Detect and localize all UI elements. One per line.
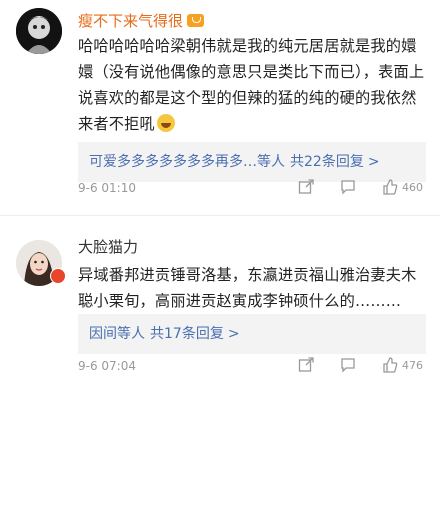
avatar[interactable] bbox=[16, 8, 62, 54]
comment-item: 瘦不下来气得很 哈哈哈哈哈哈梁朝伟就是我的纯元居居就是我的嬛嬛（没有说他偶像的意… bbox=[0, 0, 440, 210]
chevron-right-icon: > bbox=[227, 326, 240, 342]
timestamp: 9-6 01:10 bbox=[78, 181, 136, 195]
verified-badge-icon bbox=[50, 268, 66, 284]
timestamp: 9-6 07:04 bbox=[78, 359, 136, 373]
reply-count-link[interactable]: 共17条回复 bbox=[150, 326, 224, 342]
reply-users[interactable]: 因间等人 bbox=[89, 326, 145, 342]
username[interactable]: 瘦不下来气得很 bbox=[78, 10, 205, 31]
username-text[interactable]: 瘦不下来气得很 bbox=[78, 12, 183, 30]
level-badge-icon bbox=[187, 14, 205, 27]
comment-icon[interactable] bbox=[340, 357, 356, 373]
comment-text: 哈哈哈哈哈哈梁朝伟就是我的纯元居居就是我的嬛嬛（没有说他偶像的意思只是类比下而已… bbox=[78, 33, 430, 137]
reply-preview-box[interactable]: 因间等人 共17条回复 > bbox=[78, 314, 426, 354]
reply-preview-box[interactable]: 可爱多多多多多多多再多…等人 共22条回复 > bbox=[78, 142, 426, 182]
comment-item: 大脸猫力 异域番邦进贡锤哥洛基，东瀛进贡福山雅治妻夫木聪小栗旬，高丽进贡赵寅成李… bbox=[0, 226, 440, 396]
share-icon[interactable] bbox=[298, 179, 314, 195]
like-count: 476 bbox=[402, 359, 423, 372]
username[interactable]: 大脸猫力 bbox=[78, 236, 138, 257]
like-count: 460 bbox=[402, 181, 423, 194]
share-icon[interactable] bbox=[298, 357, 314, 373]
comment-text: 异域番邦进贡锤哥洛基，东瀛进贡福山雅治妻夫木聪小栗旬，高丽进贡赵寅成李钟硕什么的… bbox=[78, 266, 417, 310]
reply-count-link[interactable]: 共22条回复 bbox=[290, 154, 364, 170]
divider bbox=[0, 215, 440, 216]
comment-body: 哈哈哈哈哈哈梁朝伟就是我的纯元居居就是我的嬛嬛（没有说他偶像的意思只是类比下而已… bbox=[78, 37, 425, 133]
chevron-right-icon: > bbox=[367, 154, 380, 170]
thumbs-up-icon[interactable] bbox=[382, 179, 398, 195]
reply-users[interactable]: 可爱多多多多多多多再多…等人 bbox=[89, 154, 285, 170]
comment-icon[interactable] bbox=[340, 179, 356, 195]
laughing-emoji-icon bbox=[156, 114, 175, 132]
thumbs-up-icon[interactable] bbox=[382, 357, 398, 373]
